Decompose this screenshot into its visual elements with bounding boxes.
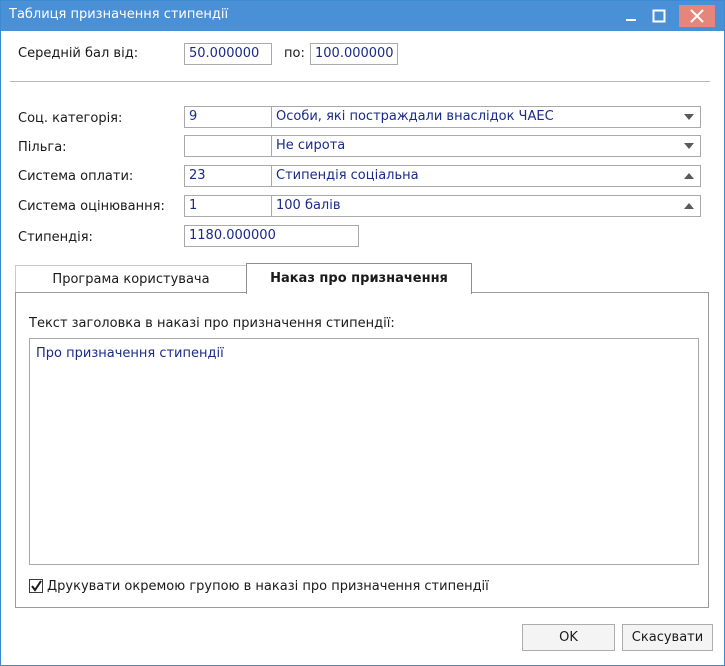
chevron-down-icon <box>684 114 694 120</box>
grading-system-value: 100 балів <box>276 198 341 213</box>
payment-system-label: Система оплати: <box>18 169 134 184</box>
minimize-button[interactable] <box>617 5 645 27</box>
avg-grade-from-label: Середній бал від: <box>18 46 139 61</box>
soc-category-value: Особи, які постраждали внаслідок ЧАЕС <box>276 109 554 124</box>
tab-user-program[interactable]: Програма користувача <box>15 265 246 293</box>
title-bar[interactable]: Таблиця призначення стипендії <box>1 1 724 31</box>
print-separate-group-checkbox[interactable] <box>29 579 43 593</box>
print-separate-group-label[interactable]: Друкувати окремою групою в наказі про пр… <box>47 579 489 594</box>
chevron-down-icon <box>684 143 694 149</box>
cancel-button[interactable]: Скасувати <box>622 624 713 651</box>
benefit-label: Пільга: <box>18 140 67 155</box>
close-button[interactable] <box>679 5 715 27</box>
payment-system-value: Стипендія соціальна <box>276 168 419 183</box>
avg-grade-from-input[interactable]: 50.000000 <box>184 43 272 65</box>
avg-grade-to-input[interactable]: 100.000000 <box>310 43 398 65</box>
soc-category-dropdown[interactable]: Особи, які постраждали внаслідок ЧАЕС <box>271 106 701 128</box>
scholarship-label: Стипендія: <box>18 230 93 245</box>
benefit-value: Не сирота <box>276 138 346 153</box>
scholarship-input[interactable]: 1180.000000 <box>184 225 359 247</box>
maximize-icon <box>652 9 666 23</box>
minimize-icon <box>626 19 636 21</box>
grading-system-code-input[interactable]: 1 <box>184 195 272 217</box>
order-header-label: Текст заголовка в наказі про призначення… <box>29 316 395 331</box>
close-icon <box>690 9 704 23</box>
payment-system-code-input[interactable]: 23 <box>184 165 272 187</box>
chevron-up-icon <box>684 203 694 209</box>
window-title: Таблиця призначення стипендії <box>9 7 229 22</box>
maximize-button[interactable] <box>645 5 673 27</box>
soc-category-label: Соц. категорія: <box>18 111 123 126</box>
payment-system-dropdown[interactable]: Стипендія соціальна <box>271 165 701 187</box>
grading-system-label: Система оцінювання: <box>18 199 165 214</box>
checkmark-icon <box>31 580 42 592</box>
ok-button[interactable]: OK <box>522 624 615 651</box>
order-header-textarea[interactable]: Про призначення стипендії <box>29 338 699 565</box>
grading-system-dropdown[interactable]: 100 балів <box>271 195 701 217</box>
tab-strip: Програма користувача Наказ про призначен… <box>15 263 709 294</box>
chevron-up-icon <box>684 173 694 179</box>
soc-category-code-input[interactable]: 9 <box>184 106 272 128</box>
avg-grade-to-label: по: <box>284 46 305 61</box>
tab-appointment-order[interactable]: Наказ про призначення <box>246 263 472 294</box>
benefit-dropdown[interactable]: Не сирота <box>271 135 701 157</box>
dialog-window: Таблиця призначення стипендії Середній б… <box>0 0 725 666</box>
separator <box>10 81 710 82</box>
benefit-code-input[interactable] <box>184 135 272 157</box>
